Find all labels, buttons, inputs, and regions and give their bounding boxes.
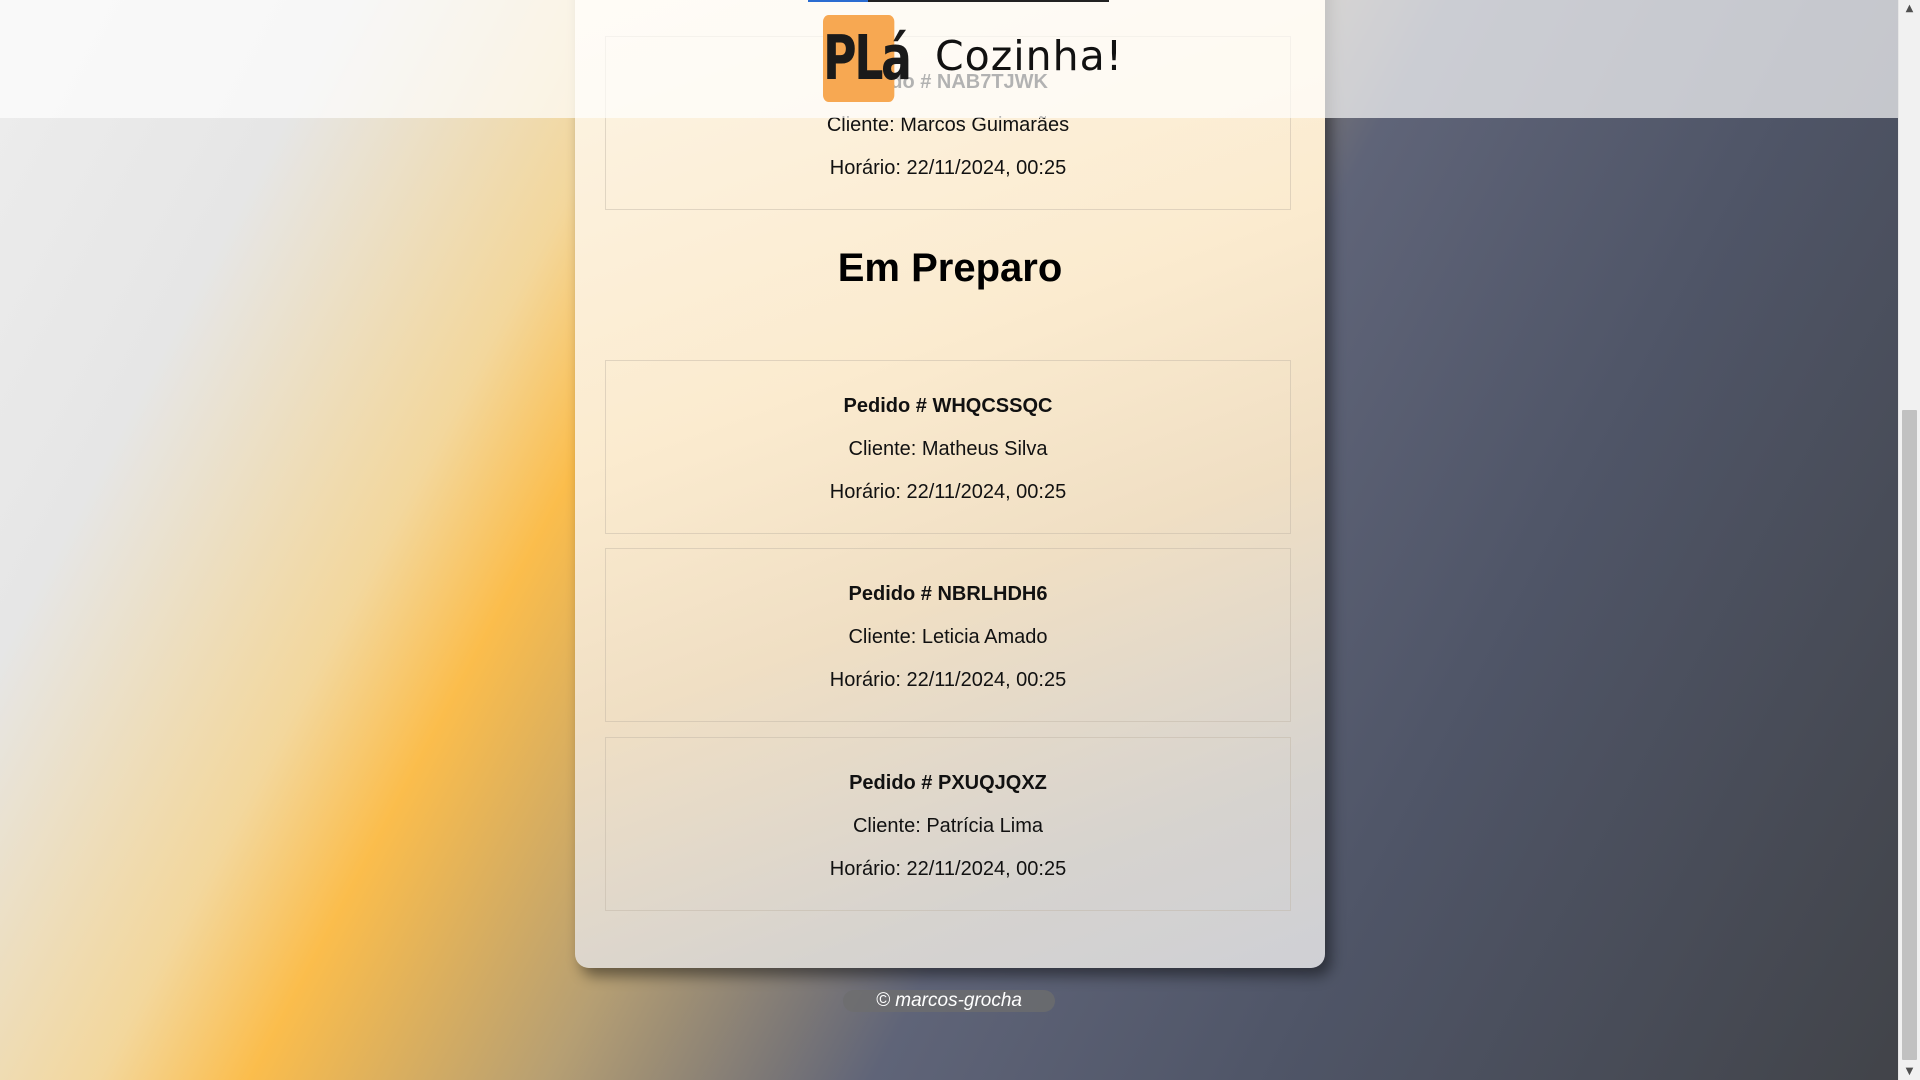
order-time: Horário: 22/11/2024, 00:25: [829, 157, 1067, 179]
vertical-scrollbar[interactable]: ▲ ▼: [1898, 0, 1920, 1080]
order-id: Pedido # WHQCSSQC: [843, 395, 1053, 417]
order-id: Pedido # PXUQJQXZ: [849, 772, 1047, 794]
app-title: Cozinha!: [935, 32, 1124, 80]
app-logo[interactable]: PLá: [823, 15, 912, 102]
order-client: Cliente: Leticia Amado: [848, 626, 1048, 648]
section-title-in-progress: Em Preparo: [837, 246, 1063, 290]
order-card: Pedido # NBRLHDH6 Cliente: Leticia Amado…: [605, 548, 1291, 722]
order-time: Horário: 22/11/2024, 00:25: [829, 481, 1067, 503]
top-header: PLá Cozinha!: [0, 0, 1899, 118]
header-nav-accent: [808, 0, 868, 2]
order-id: Pedido # NBRLHDH6: [848, 583, 1048, 605]
footer-credit: © marcos-grocha: [843, 990, 1055, 1012]
order-time: Horário: 22/11/2024, 00:25: [829, 669, 1067, 691]
chevron-up-icon[interactable]: ▲: [1899, 0, 1920, 17]
scrollbar-thumb[interactable]: [1902, 410, 1917, 1060]
order-client: Cliente: Patrícia Lima: [852, 815, 1044, 837]
order-card: Pedido # PXUQJQXZ Cliente: Patrícia Lima…: [605, 737, 1291, 911]
orders-panel: Pedido # NAB7TJWK Cliente: Marcos Guimar…: [575, 0, 1325, 968]
order-time: Horário: 22/11/2024, 00:25: [829, 858, 1067, 880]
order-card: Pedido # WHQCSSQC Cliente: Matheus Silva…: [605, 360, 1291, 534]
chevron-down-icon[interactable]: ▼: [1899, 1063, 1920, 1080]
order-client: Cliente: Matheus Silva: [848, 438, 1048, 460]
logo-text: PLá: [823, 22, 912, 95]
